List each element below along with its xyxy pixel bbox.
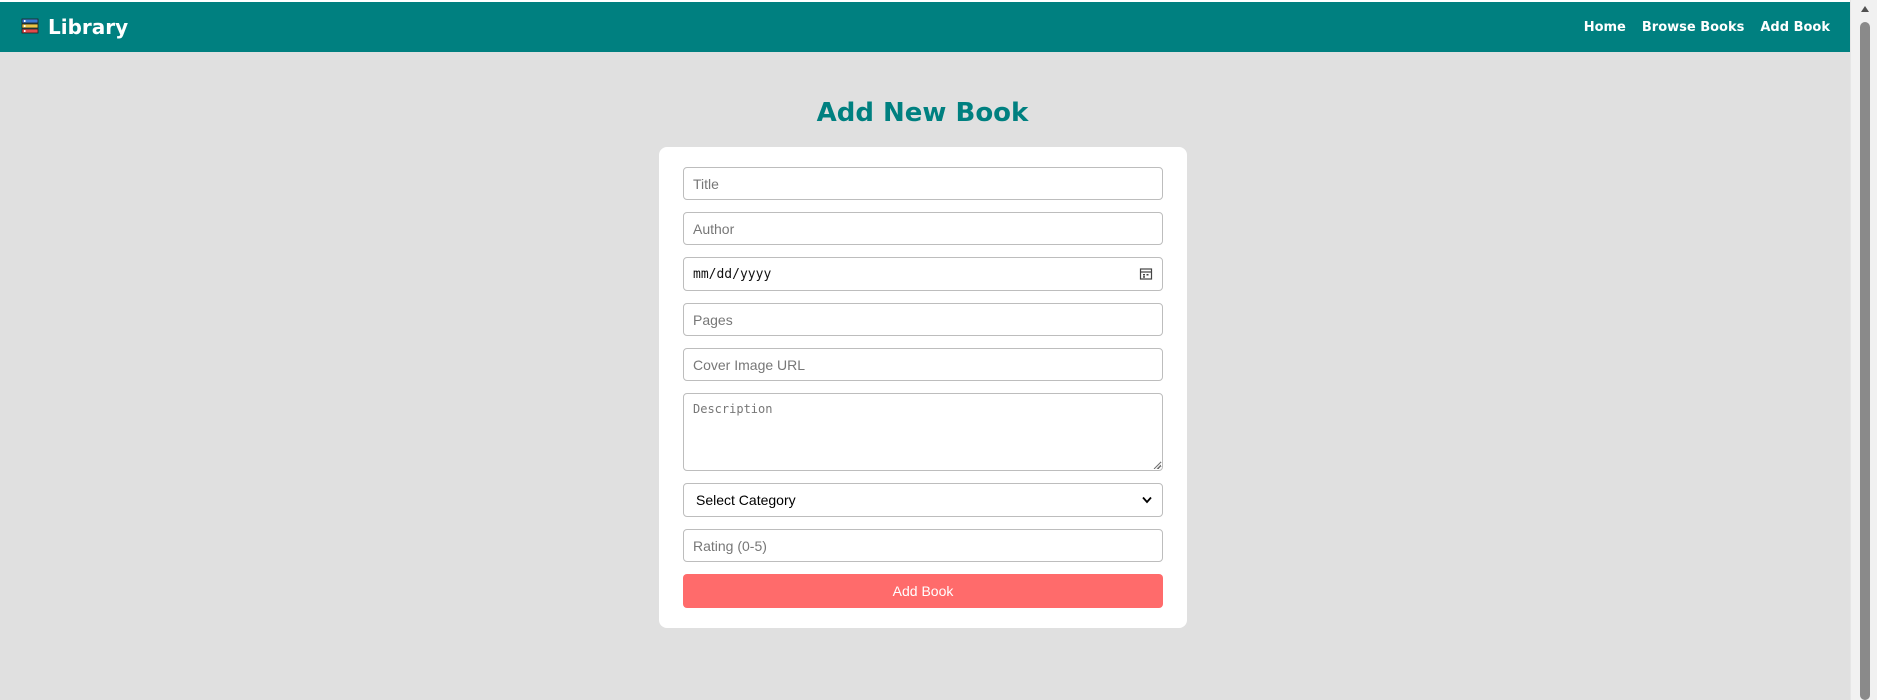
publish-date-input[interactable]: mm/dd/yyyy bbox=[683, 257, 1163, 291]
vertical-scrollbar[interactable] bbox=[1850, 0, 1877, 700]
category-selected-value: Select Category bbox=[696, 492, 796, 508]
description-textarea[interactable] bbox=[683, 393, 1163, 471]
page-title: Add New Book bbox=[816, 98, 1029, 128]
chevron-down-icon bbox=[1142, 496, 1152, 504]
rating-input[interactable] bbox=[683, 529, 1163, 562]
add-book-form: mm/dd/yyyy Select Category Add Book bbox=[659, 147, 1187, 628]
nav-add-book-link[interactable]: Add Book bbox=[1760, 20, 1830, 35]
pages-input[interactable] bbox=[683, 303, 1163, 336]
brand-name: Library bbox=[48, 15, 129, 39]
nav-links: Home Browse Books Add Book bbox=[1584, 20, 1830, 35]
date-format-text: mm/dd/yyyy bbox=[693, 266, 772, 282]
cover-image-url-input[interactable] bbox=[683, 348, 1163, 381]
books-icon bbox=[21, 18, 39, 34]
nav-browse-books-link[interactable]: Browse Books bbox=[1642, 20, 1745, 35]
brand[interactable]: Library bbox=[20, 15, 128, 39]
calendar-icon[interactable] bbox=[1139, 267, 1153, 281]
description-wrapper bbox=[683, 393, 1163, 471]
nav-home-link[interactable]: Home bbox=[1584, 20, 1626, 35]
add-book-button[interactable]: Add Book bbox=[683, 574, 1163, 608]
navbar: Library Home Browse Books Add Book bbox=[0, 2, 1850, 52]
scrollbar-thumb[interactable] bbox=[1860, 22, 1870, 700]
title-input[interactable] bbox=[683, 167, 1163, 200]
scroll-up-arrow-icon[interactable] bbox=[1851, 0, 1877, 18]
resize-grip-icon[interactable] bbox=[1153, 461, 1161, 469]
category-select[interactable]: Select Category bbox=[683, 483, 1163, 517]
author-input[interactable] bbox=[683, 212, 1163, 245]
